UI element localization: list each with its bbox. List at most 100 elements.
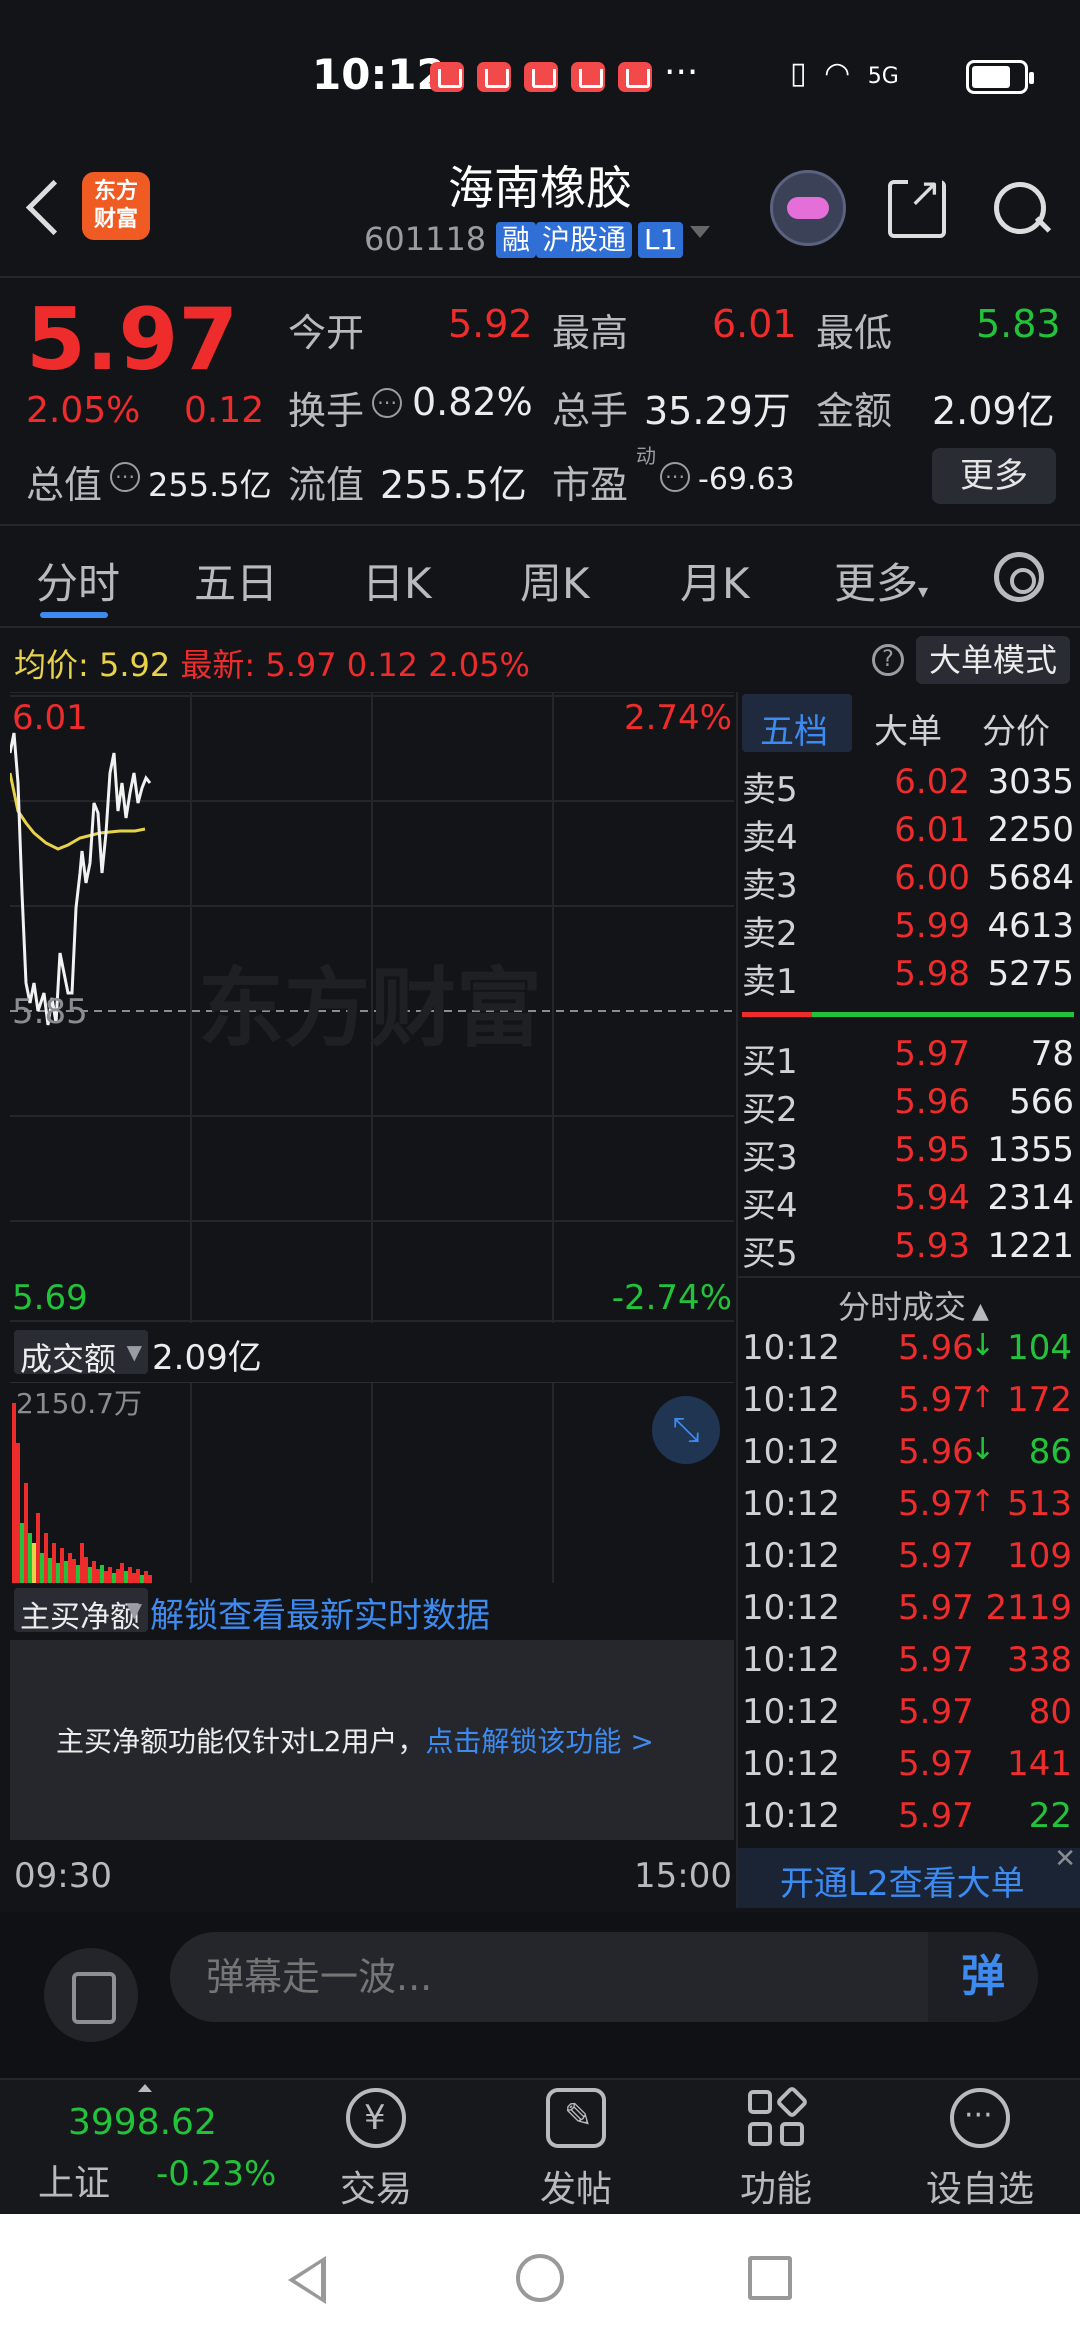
latest-label: 最新: <box>180 646 256 684</box>
volume-bar <box>36 1513 40 1583</box>
danmu-send-button[interactable]: 弹 <box>928 1932 1038 2022</box>
caret-up-icon: ▲ <box>972 1299 989 1324</box>
unlock-feature-link[interactable]: 点击解锁该功能 > <box>425 1725 653 1758</box>
expand-icon[interactable]: ⤡ <box>652 1396 720 1464</box>
float-cap-value: 255.5亿 <box>380 463 527 507</box>
intraday-chart-svg: 东方财富 6.01 2.74% 5.85 5.69 -2.74% <box>8 693 734 1323</box>
more-button[interactable]: 更多 <box>932 448 1056 504</box>
unlock-realtime-link[interactable]: 解锁查看最新实时数据 <box>150 1588 490 1637</box>
volume-bar <box>28 1533 32 1583</box>
tab-big-orders[interactable]: 大单 <box>874 704 942 753</box>
volume-bar <box>148 1575 152 1583</box>
tick-volume: 86 <box>1028 1432 1072 1472</box>
chart-bottom-left: 5.69 <box>12 1278 88 1318</box>
post-edit-icon: ✎ <box>546 2088 606 2148</box>
l2-banner[interactable]: 开通L2查看大单 ✕ <box>738 1844 1080 1908</box>
l2-link[interactable]: 开通L2查看大单 <box>780 1856 1025 1905</box>
share-icon[interactable] <box>888 170 946 238</box>
caret-down-icon: ▾ <box>918 579 929 603</box>
chevron-down-icon[interactable] <box>690 226 710 238</box>
system-back-icon[interactable] <box>288 2256 326 2304</box>
tab-daily-k[interactable]: 日K <box>362 550 432 611</box>
trade-tick-row: 10:12 5.97 109 <box>738 1536 1080 1588</box>
tick-time: 10:12 <box>742 1640 840 1680</box>
tick-time: 10:12 <box>742 1744 840 1784</box>
chart-bottom-right: -2.74% <box>612 1278 732 1318</box>
open-label: 今开 <box>288 311 365 355</box>
tab-five-day[interactable]: 五日 <box>194 550 278 611</box>
float-cap-label: 流值 <box>288 463 365 507</box>
system-home-icon[interactable] <box>516 2254 564 2302</box>
tick-volume: 104 <box>1007 1328 1072 1368</box>
caret-up-icon <box>138 2084 152 2092</box>
index-change: -0.23% <box>156 2154 277 2194</box>
tab-intraday[interactable]: 分时 <box>36 550 120 611</box>
volume-bar <box>108 1567 112 1583</box>
close-icon[interactable]: ✕ <box>1054 1844 1076 1874</box>
tick-arrow-icon: ↓ <box>970 1432 996 1467</box>
back-button[interactable] <box>20 178 70 238</box>
tick-price: 5.97 <box>898 1484 974 1524</box>
volume-bar <box>20 1523 24 1583</box>
index-ticker[interactable]: 3998.62 上证 -0.23% <box>10 2084 276 2204</box>
trade-tick-row: 10:12 5.97 ↑ 513 <box>738 1484 1080 1536</box>
netbuy-selector-label: 主买净额 <box>20 1600 140 1635</box>
volume-bar <box>56 1563 60 1583</box>
tab-price-levels[interactable]: 分价 <box>982 704 1050 753</box>
volume-bar <box>136 1569 140 1583</box>
volume-bar <box>12 1403 16 1583</box>
status-clock: 10:12 <box>312 50 446 99</box>
volume-bar <box>120 1563 124 1583</box>
intraday-chart[interactable]: 东方财富 6.01 2.74% 5.85 5.69 -2.74% <box>8 692 734 1323</box>
help-icon[interactable]: ? <box>872 644 904 676</box>
tick-arrow-icon: ↓ <box>970 1328 996 1363</box>
volume-bars <box>12 1403 152 1583</box>
high-label: 最高 <box>552 311 629 355</box>
tick-volume: 141 <box>1007 1744 1072 1784</box>
tab-five-levels[interactable]: 五档 <box>760 704 828 753</box>
trade-tick-row: 10:12 5.97 141 <box>738 1744 1080 1796</box>
danmu-input[interactable] <box>170 1932 1038 2022</box>
volume-value: 35.29万 <box>644 389 791 433</box>
notification-icon <box>571 62 605 92</box>
avg-label: 均价: <box>14 646 89 684</box>
volume-bar <box>40 1553 44 1583</box>
volume-selector[interactable]: 成交额 ▼ <box>14 1330 148 1378</box>
tab-more[interactable]: 更多▾ <box>834 550 928 611</box>
volume-bar <box>100 1565 104 1583</box>
danmu-settings-icon[interactable] <box>44 1948 138 2042</box>
tick-price: 5.97 <box>898 1380 974 1420</box>
connect-tag: 沪股通 <box>536 222 633 258</box>
amount-value: 2.09亿 <box>932 389 1055 433</box>
pe-value: -69.63 <box>698 462 795 497</box>
bid-label: 买4 <box>742 1186 798 1226</box>
assistant-robot-icon[interactable] <box>770 170 846 246</box>
volume-bar <box>64 1561 68 1583</box>
volume-bar <box>92 1561 96 1583</box>
volume-selector-label: 成交额 <box>20 1340 117 1378</box>
volume-bar <box>96 1569 100 1583</box>
turnover-label: 换手 <box>288 389 365 433</box>
stock-code[interactable]: 601118 <box>364 220 486 258</box>
ask-price: 6.00 <box>894 858 970 898</box>
bid-row: 买5 5.93 1221 <box>738 1226 1080 1274</box>
tab-monthly-k[interactable]: 月K <box>680 550 750 611</box>
low-label: 最低 <box>816 311 893 355</box>
info-icon[interactable]: ⋯ <box>110 462 140 492</box>
chart-watermark: 东方财富 <box>198 959 542 1059</box>
index-value: 3998.62 <box>68 2102 217 2143</box>
info-icon[interactable]: ⋯ <box>660 462 690 492</box>
trade-tick-row: 10:12 5.97 2119 <box>738 1588 1080 1640</box>
search-icon[interactable] <box>990 178 1050 238</box>
tab-weekly-k[interactable]: 周K <box>520 550 590 611</box>
logo-line-2: 财富 <box>93 207 138 232</box>
tick-time: 10:12 <box>742 1432 840 1472</box>
avg-value: 5.92 <box>98 646 171 684</box>
system-recent-apps-icon[interactable] <box>748 2256 792 2300</box>
big-order-mode-button[interactable]: 大单模式 <box>916 636 1070 684</box>
netbuy-selector[interactable]: 主买净额 ▼ <box>14 1588 148 1635</box>
trade-yen-icon: ¥ <box>346 2088 406 2148</box>
ticks-title[interactable]: 分时成交 ▲ <box>838 1282 989 1328</box>
gear-icon[interactable] <box>994 552 1044 602</box>
info-icon[interactable]: ⋯ <box>372 388 402 418</box>
